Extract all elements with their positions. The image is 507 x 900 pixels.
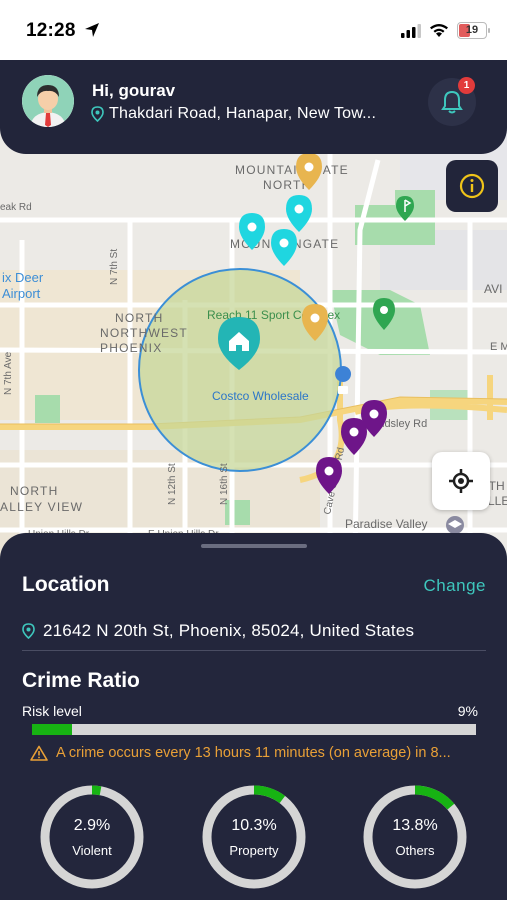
crosshair-icon [449,469,473,493]
map-label-7th-st: N 7th St [109,249,120,285]
info-icon [459,173,485,199]
status-time: 12:28 [26,20,76,41]
user-avatar-icon [22,75,74,127]
stat-property: 10.3% Property [200,783,308,891]
crime-ratio-title: Crime Ratio [22,669,140,692]
location-title: Location [22,573,110,596]
stat-percent: 13.8% [392,817,438,834]
greeting-text: Hi, gourav [92,81,176,100]
stat-others: 13.8% Others [361,783,469,891]
map-label-ave: AVI [484,282,502,296]
risk-level-bar [32,724,476,735]
donut-chart [363,785,467,889]
stat-label: Property [229,843,279,858]
donut-chart [40,785,144,889]
stat-label: Violent [72,843,112,858]
school-poi-icon [446,516,464,534]
notification-badge: 1 [458,77,475,94]
location-details-sheet: Location Change 21642 N 20th St, Phoenix… [0,533,507,900]
crime-pin-cyan-2 [286,195,312,232]
stat-label: Others [395,843,435,858]
map-label-airport: ix Deer Airport [2,270,44,301]
map-label-costco: Costco Wholesale [212,389,309,403]
notification-button[interactable]: 1 [428,77,476,126]
risk-level-bar-fill [32,724,72,735]
stat-percent: 2.9% [73,817,111,834]
current-address[interactable]: Thakdari Road, Hanapar, New Tow... [91,105,376,123]
status-icons: 19 [401,22,490,39]
stat-percent: 10.3% [231,817,277,834]
map-label-7th-ave: N 7th Ave [3,351,14,395]
location-pin-icon [22,623,35,639]
donut-chart [202,785,306,889]
selected-location: 21642 N 20th St, Phoenix, 85024, United … [22,621,414,641]
warning-text: A crime occurs every 13 hours 11 minutes… [56,745,451,761]
stat-violent: 2.9% Violent [38,783,146,891]
cellular-signal-icon [401,23,421,38]
address-text: Thakdari Road, Hanapar, New Tow... [109,105,377,122]
map-label-em: E M [490,341,507,353]
location-pin-icon [91,106,104,122]
warning-icon [30,745,48,761]
map-label-paradise-valley: Paradise Valley [345,517,428,531]
search-radius-circle [138,268,342,472]
location-arrow-icon [85,23,99,37]
map-canvas[interactable]: MOUNTAIN GATENORTH MOUNTAINGATE eak Rd i… [0,120,507,560]
avatar[interactable] [22,75,74,127]
battery-icon: 19 [457,22,490,39]
sheet-drag-handle[interactable] [201,544,307,548]
info-button[interactable] [446,160,498,212]
divider [22,650,486,651]
battery-level: 19 [465,24,479,36]
crime-frequency-warning: A crime occurs every 13 hours 11 minutes… [30,745,451,761]
map-label-oak-rd: eak Rd [0,202,32,213]
map-label-ldsley-rd: ldsley Rd [382,418,427,430]
my-location-button[interactable] [432,452,490,510]
wifi-icon [430,24,448,37]
header-card: Hi, gourav Thakdari Road, Hanapar, New T… [0,60,507,154]
risk-level-percent: 9% [457,703,478,719]
crime-pin-cyan-3 [271,229,297,266]
location-address: 21642 N 20th St, Phoenix, 85024, United … [43,621,415,640]
map-view[interactable]: MOUNTAIN GATENORTH MOUNTAINGATE eak Rd i… [0,120,507,560]
map-label-12th-st: N 12th St [167,463,178,505]
risk-level-label: Risk level [22,703,82,719]
map-label-16th-st: N 16th St [219,463,230,505]
change-location-button[interactable]: Change [423,576,486,596]
status-bar: 12:28 19 [0,0,507,62]
